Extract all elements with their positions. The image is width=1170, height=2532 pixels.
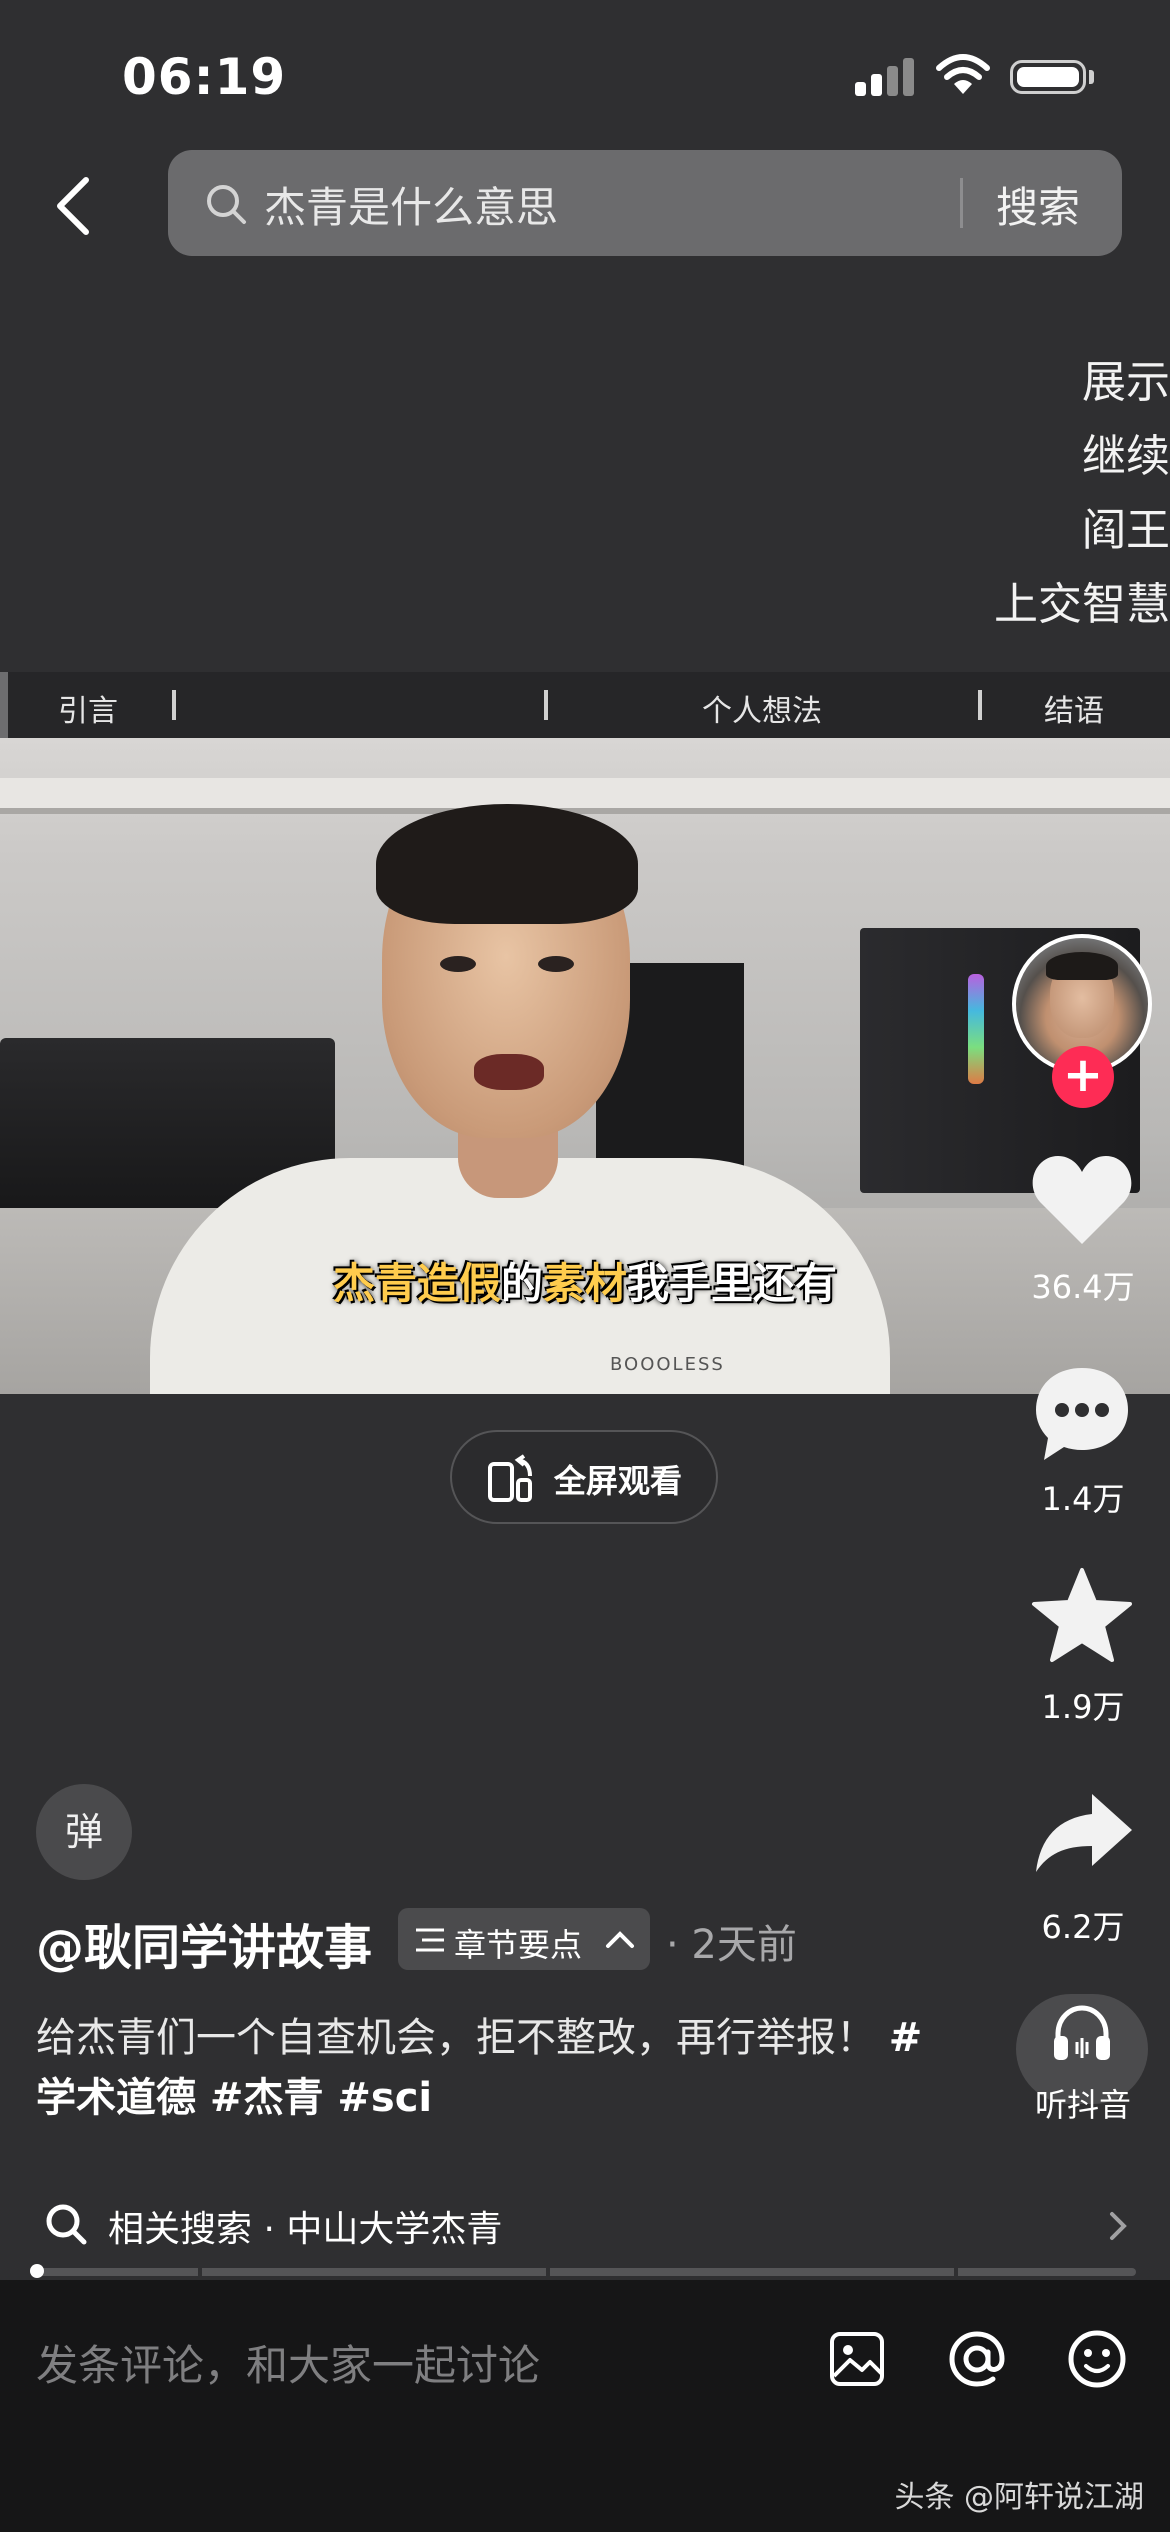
chevron-right-icon xyxy=(1110,2212,1127,2240)
video-subtitle: 杰青造假的素材我手里还有 xyxy=(0,1250,1170,1311)
background-shelf xyxy=(0,778,1170,814)
rotate-screen-icon xyxy=(488,1454,532,1502)
side-text-list: 展示 继续 阎王 上交智慧 xyxy=(994,346,1170,642)
side-text-line: 阎王 xyxy=(1082,505,1170,556)
danmu-toggle-button[interactable]: 弹 xyxy=(36,1784,132,1880)
wifi-icon xyxy=(936,54,990,94)
chapter-active-indicator xyxy=(0,672,8,738)
chapter-tick xyxy=(546,2266,550,2278)
headphones-icon xyxy=(1054,2005,1110,2060)
back-arrow-icon[interactable] xyxy=(46,172,98,240)
rgb-light xyxy=(968,974,984,1084)
emoji-icon[interactable] xyxy=(1066,2328,1128,2390)
search-bar[interactable]: 杰青是什么意思 搜索 xyxy=(168,150,1122,256)
listen-label: 听抖音 xyxy=(1034,2086,1131,2124)
image-icon[interactable] xyxy=(828,2330,886,2388)
video-progress-bar[interactable] xyxy=(30,2264,1136,2278)
chapter-separator xyxy=(978,690,982,720)
fullscreen-button[interactable]: 全屏观看 xyxy=(450,1430,718,1524)
like-count: 36.4万 xyxy=(1031,1268,1135,1306)
subtitle-text: 我手里还有 xyxy=(627,1259,838,1308)
favorite-star-icon[interactable] xyxy=(1030,1566,1134,1666)
chapter-separator xyxy=(172,690,176,720)
share-count: 6.2万 xyxy=(1041,1908,1125,1946)
chapter-separator xyxy=(544,690,548,720)
chapter-item[interactable]: 个人想法 xyxy=(702,686,822,730)
fullscreen-label: 全屏观看 xyxy=(554,1462,683,1500)
chapter-tick xyxy=(198,2266,202,2278)
right-eye xyxy=(538,956,574,972)
side-text-line: 继续 xyxy=(1082,431,1170,482)
mention-at-icon[interactable] xyxy=(946,2328,1008,2390)
chapter-tick xyxy=(954,2266,958,2278)
search-button[interactable]: 搜索 xyxy=(996,174,1080,235)
description-text: 给杰青们一个自查机会，拒不整改，再行举报！ xyxy=(36,2015,876,2061)
related-search-row[interactable]: 相关搜索 · 中山大学杰青 xyxy=(36,2196,1134,2250)
chevron-up-icon xyxy=(606,1931,634,1948)
chapter-bar: 引言 个人想法 结语 xyxy=(0,672,1170,738)
list-icon xyxy=(416,1928,444,1952)
author-name[interactable]: @耿同学讲故事 xyxy=(36,1908,372,1978)
video-description: 给杰青们一个自查机会，拒不整改，再行举报！ #学术道德 #杰青 #sci xyxy=(36,2008,936,2128)
side-text-line: 上交智慧 xyxy=(994,579,1170,630)
follow-plus-button[interactable]: + xyxy=(1052,1046,1114,1108)
search-input[interactable]: 杰青是什么意思 xyxy=(264,174,558,235)
search-icon xyxy=(46,2204,87,2245)
battery-tip xyxy=(1089,70,1094,84)
side-text-line: 展示 xyxy=(1082,357,1170,408)
subtitle-text: 的 xyxy=(500,1259,543,1308)
comment-bubble-icon[interactable] xyxy=(1030,1362,1134,1466)
mouth xyxy=(474,1054,544,1090)
chapter-summary-label: 章节要点 xyxy=(454,1926,583,1964)
comment-count: 1.4万 xyxy=(1041,1480,1125,1518)
post-time: · 2天前 xyxy=(666,1922,797,1968)
chapter-item[interactable]: 结语 xyxy=(1044,686,1104,730)
favorite-count: 1.9万 xyxy=(1041,1688,1125,1726)
like-heart-icon[interactable] xyxy=(1030,1154,1134,1248)
subtitle-highlight: 素材 xyxy=(543,1259,628,1308)
progress-knob[interactable] xyxy=(30,2264,44,2278)
cellular-signal-icon xyxy=(855,58,915,96)
video-player[interactable]: BOOOLESS 杰青造假的素材我手里还有 xyxy=(0,738,1170,1394)
watermark-text: 头条 @阿轩说江湖 xyxy=(894,2480,1144,2515)
subtitle-highlight: 杰青造假 xyxy=(332,1259,501,1308)
comment-bar: 发条评论，和大家一起讨论 头条 @阿轩说江湖 xyxy=(0,2280,1170,2532)
battery-icon xyxy=(1010,60,1086,94)
related-search-label: 相关搜索 · 中山大学杰青 xyxy=(108,2209,503,2250)
chapter-item[interactable]: 引言 xyxy=(58,686,118,730)
status-time: 06:19 xyxy=(122,48,287,106)
share-arrow-icon[interactable] xyxy=(1034,1790,1134,1874)
comment-input[interactable]: 发条评论，和大家一起讨论 xyxy=(36,2332,540,2393)
presenter-hair xyxy=(376,804,638,924)
left-eye xyxy=(440,956,476,972)
avatar-hair xyxy=(1046,952,1118,980)
chapter-summary-chip[interactable]: 章节要点 xyxy=(398,1908,650,1970)
search-icon xyxy=(207,185,246,224)
search-divider xyxy=(960,178,963,228)
shirt-text: BOOOLESS xyxy=(610,1354,725,1375)
